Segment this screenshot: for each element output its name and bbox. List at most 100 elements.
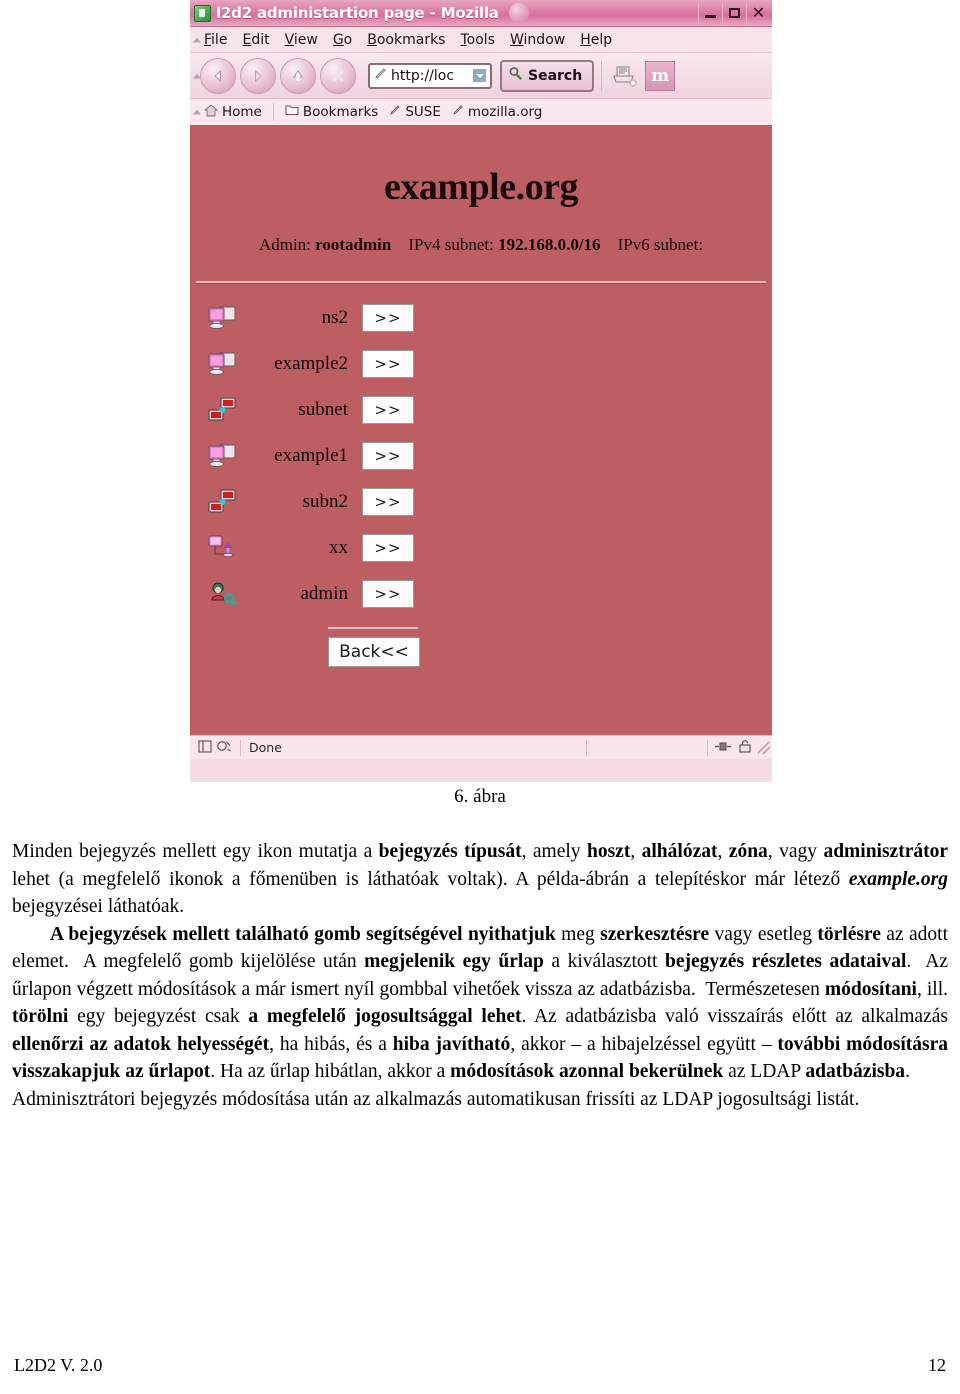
ipv4-value: 192.168.0.0/16 [498,235,601,254]
list-item: subn2 >> [190,479,772,525]
menu-file[interactable]: File [204,32,227,48]
bookmark-bookmarks-label: Bookmarks [302,104,379,120]
footer-left: L2D2 V. 2.0 [14,1355,103,1375]
window-title: l2d2 administartion page - Mozilla [216,4,499,22]
menu-edit[interactable]: Edit [242,32,269,48]
bookmark-home-label: Home [222,104,262,120]
mozilla-window-icon [194,4,211,22]
admin-label: Admin: [258,235,311,254]
close-button[interactable]: ✕ [746,2,770,24]
window-titlebar: l2d2 administartion page - Mozilla ✕ [190,0,772,27]
menu-view[interactable]: View [285,32,318,48]
status-text: Done [240,739,586,756]
bookmark-icon [389,104,401,120]
minimize-button[interactable] [698,2,722,24]
entry-name: ns2 [321,307,348,328]
browser-status-bar: Done [190,735,772,759]
mozilla-browser-window: l2d2 administartion page - Mozilla ✕ Fil… [190,0,772,782]
statusbar-right-icons [707,739,758,756]
entry-list: ns2 >> example2 >> subnet >> example1 >>… [190,295,772,617]
menu-tools[interactable]: Tools [460,32,495,48]
back-button-divider [328,627,418,629]
search-button[interactable]: Search [500,59,595,92]
entry-open-button[interactable]: >> [362,442,414,470]
url-input[interactable]: http://loc [368,62,492,89]
entry-open-button[interactable]: >> [362,580,414,608]
sidebar-icon[interactable] [198,739,212,756]
window-resize-grip[interactable] [758,741,770,754]
entry-name: subnet [298,399,348,420]
search-icon [508,66,523,85]
bookmark-suse-label: SUSE [405,104,441,120]
document-body: Minden bejegyzés mellett egy ikon mutatj… [12,838,948,1113]
connection-icon[interactable] [714,740,732,755]
bookmark-icon [452,104,464,120]
home-icon [203,103,219,121]
bookmark-mozilla-org[interactable]: mozilla.org [452,104,542,120]
toolbar-grip-menubar[interactable] [193,37,201,42]
page-title: example.org [384,166,578,208]
entry-open-button[interactable]: >> [362,396,414,424]
entry-open-button[interactable]: >> [362,488,414,516]
list-item: example1 >> [190,433,772,479]
menu-bar: File Edit View Go Bookmarks Tools Window… [190,27,772,53]
throbber-icon[interactable] [508,3,529,23]
entry-open-button[interactable]: >> [362,304,414,332]
print-icon[interactable] [609,61,639,91]
url-dropdown-icon[interactable] [473,69,486,82]
url-text: http://loc [391,67,455,84]
toolbar-separator [601,60,603,91]
stop-icon[interactable] [320,57,356,94]
paragraph-2: A bejegyzések mellett található gomb seg… [12,923,949,1083]
host-computer-icon [202,350,244,378]
list-item: example2 >> [190,341,772,387]
mozilla-logo-letter: m [651,65,670,86]
security-lock-icon[interactable] [738,739,752,756]
maximize-button[interactable] [722,2,746,24]
host-computer-icon [202,442,244,470]
ipv6-label: IPv6 subnet: [617,235,704,254]
statusbar-progress-pane [586,739,707,756]
footer-page-number: 12 [928,1355,946,1375]
admin-value: rootadmin [315,235,392,254]
search-button-label: Search [528,67,583,84]
entry-name: example1 [274,445,348,466]
web-page-content: example.org Admin: rootadmin IPv4 subnet… [190,127,772,735]
page-footer: L2D2 V. 2.0 12 [0,1355,960,1376]
statusbar-left-icons [190,739,240,756]
subnet-network-icon [202,396,244,424]
navigation-toolbar: http://loc Search m [190,53,772,99]
bookmark-home[interactable]: Home [203,103,262,121]
admin-user-icon [202,580,244,608]
paragraph-1: Minden bejegyzés mellett egy ikon mutatj… [12,841,949,917]
back-icon[interactable] [200,57,236,94]
personal-bookmarks-toolbar: Home Bookmarks SUSE mozilla.org [190,99,772,127]
entry-name: xx [329,537,348,558]
content-divider [196,281,766,283]
back-button[interactable]: Back<< [328,637,420,667]
bookmark-bookmarks-folder[interactable]: Bookmarks [285,104,378,120]
paragraph-3: Adminisztrátori bejegyzés módosítása utá… [12,1088,860,1110]
menu-help[interactable]: Help [580,32,612,48]
mozilla-logo-icon[interactable]: m [645,60,676,91]
entry-name: admin [300,583,349,604]
toolbar-grip-personalbar[interactable] [193,109,201,115]
entry-open-button[interactable]: >> [362,534,414,562]
zone-icon [202,534,244,562]
bookmark-suse[interactable]: SUSE [389,104,441,120]
entry-name: subn2 [302,491,348,512]
menu-bookmarks[interactable]: Bookmarks [367,32,445,48]
page-info-line: Admin: rootadmin IPv4 subnet: 192.168.0.… [190,235,772,255]
entry-open-button[interactable]: >> [362,350,414,378]
forward-icon[interactable] [240,57,276,94]
entry-name: example2 [274,353,348,374]
host-computer-icon [202,304,244,332]
window-controls: ✕ [698,2,770,24]
bookmarks-separator [272,103,274,121]
menu-go[interactable]: Go [333,32,352,48]
cookie-icon[interactable] [217,740,232,756]
menu-window[interactable]: Window [510,32,565,48]
ipv4-label: IPv4 subnet: [408,235,494,254]
figure-browser-screenshot: l2d2 administartion page - Mozilla ✕ Fil… [190,0,772,782]
reload-icon[interactable] [280,57,316,94]
